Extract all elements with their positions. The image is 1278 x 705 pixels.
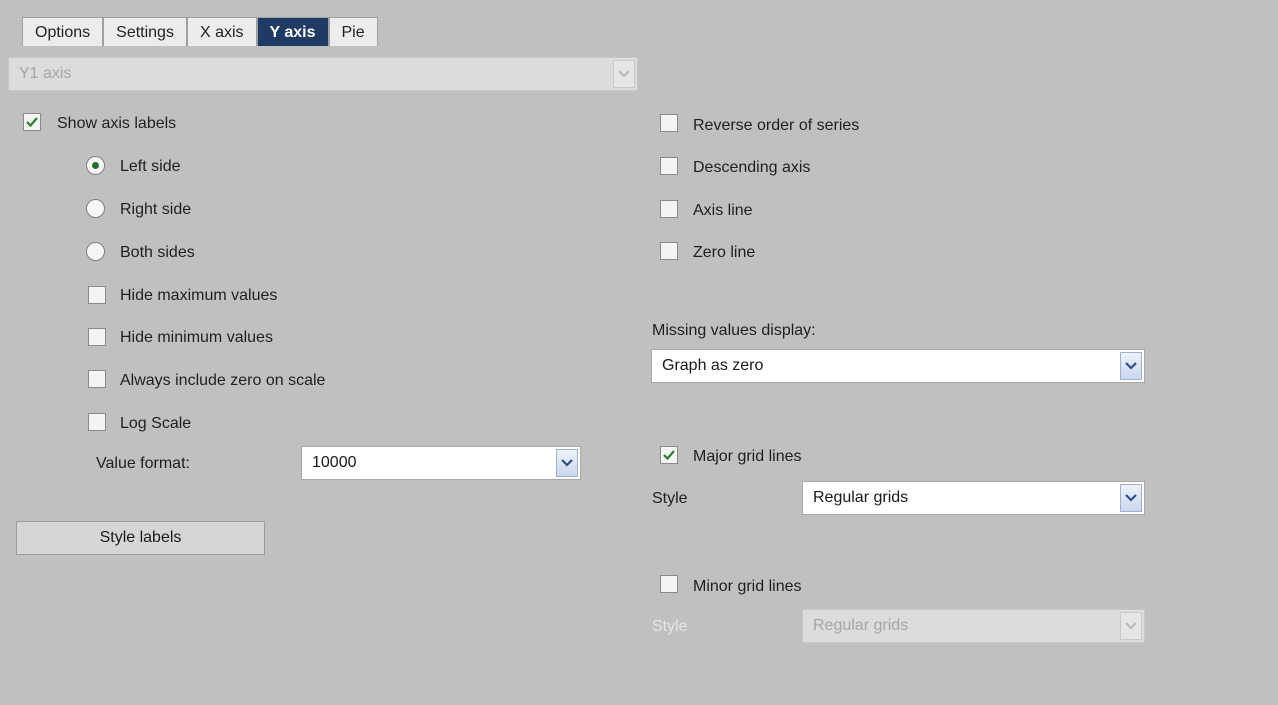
- hide-minimum-values-label: Hide minimum values: [120, 329, 273, 346]
- descending-axis-label: Descending axis: [693, 159, 811, 176]
- check-icon: [26, 117, 38, 128]
- zero-line-label: Zero line: [693, 244, 756, 261]
- minor-grid-style-value: Regular grids: [813, 617, 909, 634]
- right-side-label: Right side: [120, 201, 192, 218]
- left-side-label: Left side: [120, 158, 181, 175]
- major-grid-style-label: Style: [652, 490, 688, 507]
- tab-strip: Options Settings X axis Y axis Pie: [22, 17, 378, 47]
- include-zero-checkbox[interactable]: [88, 370, 106, 388]
- major-grid-style-select[interactable]: Regular grids: [802, 481, 1145, 515]
- descending-axis-checkbox[interactable]: [660, 157, 678, 175]
- axis-select: Y1 axis: [8, 57, 638, 91]
- reverse-series-checkbox[interactable]: [660, 114, 678, 132]
- both-sides-label: Both sides: [120, 244, 195, 261]
- hide-maximum-values-label: Hide maximum values: [120, 287, 278, 304]
- radio-selected-dot: [92, 162, 99, 169]
- chevron-down-icon: [1120, 612, 1142, 640]
- tab-y-axis[interactable]: Y axis: [256, 17, 329, 46]
- tab-pie[interactable]: Pie: [328, 17, 378, 46]
- zero-line-checkbox[interactable]: [660, 242, 678, 260]
- major-grid-style-value: Regular grids: [813, 489, 909, 506]
- chevron-down-icon: [1120, 484, 1142, 512]
- missing-values-select[interactable]: Graph as zero: [651, 349, 1145, 383]
- show-axis-labels-checkbox[interactable]: [23, 113, 41, 131]
- hide-minimum-values-checkbox[interactable]: [88, 328, 106, 346]
- missing-values-label: Missing values display:: [652, 322, 816, 339]
- show-axis-labels-label: Show axis labels: [57, 115, 177, 132]
- both-sides-radio[interactable]: [86, 242, 105, 261]
- chevron-down-icon: [556, 449, 578, 477]
- right-side-radio[interactable]: [86, 199, 105, 218]
- tab-x-axis[interactable]: X axis: [186, 17, 257, 46]
- include-zero-label: Always include zero on scale: [120, 372, 326, 389]
- style-labels-button[interactable]: Style labels: [16, 521, 265, 555]
- check-icon: [663, 450, 675, 461]
- tab-settings[interactable]: Settings: [103, 17, 187, 46]
- value-format-value: 10000: [312, 454, 357, 471]
- reverse-series-label: Reverse order of series: [693, 117, 860, 134]
- major-grid-lines-label: Major grid lines: [693, 448, 802, 465]
- minor-grid-style-label: Style: [652, 618, 688, 635]
- axis-line-label: Axis line: [693, 202, 753, 219]
- minor-grid-lines-checkbox[interactable]: [660, 575, 678, 593]
- major-grid-lines-checkbox[interactable]: [660, 446, 678, 464]
- value-format-select[interactable]: 10000: [301, 446, 581, 480]
- left-side-radio[interactable]: [86, 156, 105, 175]
- axis-select-value: Y1 axis: [19, 65, 72, 82]
- log-scale-checkbox[interactable]: [88, 413, 106, 431]
- hide-maximum-values-checkbox[interactable]: [88, 286, 106, 304]
- chevron-down-icon: [1120, 352, 1142, 380]
- tab-options[interactable]: Options: [22, 17, 104, 46]
- minor-grid-style-select: Regular grids: [802, 609, 1145, 643]
- chevron-down-icon: [613, 60, 635, 88]
- value-format-label: Value format:: [96, 455, 190, 472]
- axis-line-checkbox[interactable]: [660, 200, 678, 218]
- minor-grid-lines-label: Minor grid lines: [693, 578, 802, 595]
- log-scale-label: Log Scale: [120, 415, 192, 432]
- missing-values-value: Graph as zero: [662, 357, 764, 374]
